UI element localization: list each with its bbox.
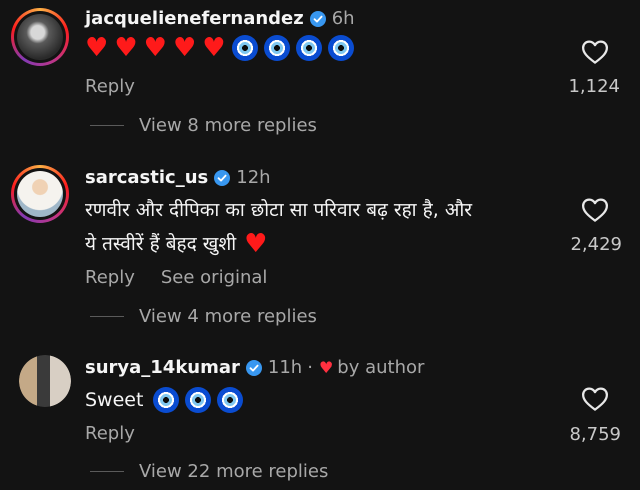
- username[interactable]: jacquelienefernandez: [85, 8, 304, 29]
- heart-outline-icon[interactable]: [580, 384, 610, 414]
- divider: [90, 471, 124, 472]
- avatar-image: [19, 355, 71, 407]
- red-heart-emoji: ♥: [172, 33, 197, 63]
- nazar-amulet-emoji: [231, 35, 258, 61]
- author-heart-icon: ♥: [318, 358, 334, 377]
- reply-button[interactable]: Reply: [85, 76, 135, 97]
- red-heart-emoji: ♥: [143, 33, 167, 63]
- heart-outline-icon[interactable]: [580, 37, 610, 67]
- comment-actions: Reply: [85, 423, 135, 444]
- comment-body: रणवीर और दीपिका का छोटा सा परिवार बढ़ रह…: [85, 193, 555, 261]
- reply-button[interactable]: Reply: [85, 423, 135, 444]
- comment-actions: Reply See original: [85, 267, 267, 288]
- by-author-label: by author: [337, 357, 425, 378]
- avatar-story-ring[interactable]: [11, 8, 69, 66]
- view-replies-label: View 22 more replies: [139, 461, 329, 482]
- comment-text-row: Sweet: [85, 383, 244, 417]
- timestamp: 6h: [331, 8, 355, 29]
- reply-button[interactable]: Reply: [85, 267, 135, 288]
- avatar: [17, 14, 63, 60]
- nazar-amulet-emoji: [153, 387, 180, 413]
- comment-text-line-2: ये तस्वीरें हैं बेहद खुशी ♥: [85, 227, 555, 261]
- view-more-replies[interactable]: View 4 more replies: [90, 306, 317, 327]
- nazar-amulet-emoji: [295, 35, 322, 61]
- comment-body: ♥ ♥ ♥ ♥ ♥: [85, 33, 354, 63]
- username[interactable]: surya_14kumar: [85, 357, 240, 378]
- nazar-amulet-emoji: [263, 35, 290, 61]
- separator: ·: [307, 357, 313, 378]
- comment-text: ये तस्वीरें हैं बेहद खुशी: [85, 233, 237, 255]
- comment-actions: Reply: [85, 76, 135, 97]
- red-heart-emoji: ♥: [114, 33, 138, 63]
- red-heart-emoji: ♥: [244, 229, 268, 259]
- like-count: 2,429: [570, 234, 622, 255]
- verified-badge-icon: [245, 359, 262, 376]
- heart-outline-icon[interactable]: [580, 195, 610, 225]
- divider: [90, 316, 124, 317]
- view-replies-label: View 8 more replies: [139, 115, 317, 136]
- username[interactable]: sarcastic_us: [85, 167, 208, 188]
- comment-body: Sweet: [85, 383, 244, 417]
- nazar-amulet-emoji: [217, 387, 244, 413]
- view-more-replies[interactable]: View 22 more replies: [90, 461, 328, 482]
- emoji-row: ♥ ♥ ♥ ♥ ♥: [85, 33, 354, 63]
- see-original-button[interactable]: See original: [161, 267, 268, 288]
- timestamp: 11h: [267, 357, 303, 378]
- red-heart-emoji: ♥: [85, 33, 109, 63]
- comment-header: sarcastic_us 12h: [85, 167, 271, 188]
- divider: [90, 125, 124, 126]
- avatar: [17, 171, 63, 217]
- nazar-amulet-emoji: [327, 35, 354, 61]
- red-heart-emoji: ♥: [202, 33, 226, 63]
- comment-header: surya_14kumar 11h · ♥ by author: [85, 357, 424, 378]
- view-replies-label: View 4 more replies: [139, 306, 317, 327]
- avatar[interactable]: [19, 355, 71, 407]
- nazar-amulet-emoji: [185, 387, 212, 413]
- verified-badge-icon: [309, 10, 326, 27]
- comment-text: Sweet: [85, 389, 144, 411]
- comment-text-line: रणवीर और दीपिका का छोटा सा परिवार बढ़ रह…: [85, 199, 473, 221]
- comment-header: jacquelienefernandez 6h: [85, 8, 355, 29]
- view-more-replies[interactable]: View 8 more replies: [90, 115, 317, 136]
- avatar-story-ring[interactable]: [11, 165, 69, 223]
- verified-badge-icon: [214, 169, 231, 186]
- timestamp: 12h: [236, 167, 271, 188]
- like-count: 8,759: [569, 424, 621, 445]
- like-count: 1,124: [568, 76, 620, 97]
